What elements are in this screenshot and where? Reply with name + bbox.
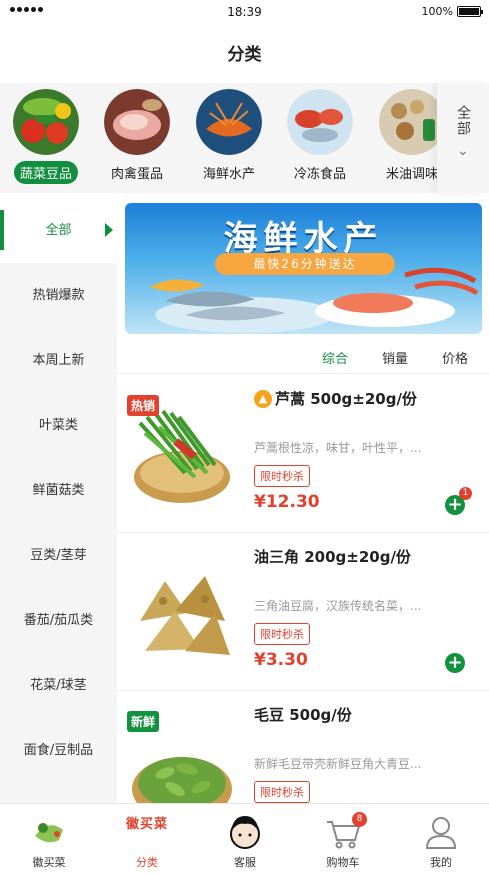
category-strip: 蔬菜豆品 肉禽蛋品 海鲜水产 冷冻食品 米油调味 全部 ⌄ [0, 83, 489, 193]
flash-sale-badge: 限时秒杀 [254, 465, 310, 487]
product-description: 芦蒿根性凉，味甘，叶性平，... [254, 441, 422, 455]
sidebar-item-label: 花菜/球茎 [30, 678, 87, 693]
tab-category[interactable]: 徽买菜 分类 [98, 804, 196, 876]
status-time: 18:39 [227, 5, 262, 19]
product-card[interactable]: 热销 ▲ 芦蒿 500g±20g/份 芦蒿根性凉，味甘，叶性平，... 限时秒杀… [117, 375, 489, 533]
page-title: 分类 [227, 45, 262, 65]
service-icon [230, 816, 260, 849]
subcategory-sidebar: 全部 热销爆款 本周上新 叶菜类 鲜菌菇类 豆类/茎芽 番茄/茄瓜类 花菜/球茎… [0, 198, 117, 803]
sidebar-item-label: 鲜菌菇类 [32, 483, 85, 498]
tab-cart[interactable]: 8 购物车 [294, 804, 392, 876]
category-label: 冷冻食品 [293, 167, 346, 182]
sidebar-item-leafy[interactable]: 叶菜类 [0, 393, 117, 458]
tab-label: 客服 [234, 856, 256, 869]
product-image [125, 551, 240, 666]
logo-icon [35, 823, 63, 843]
sidebar-item-beans[interactable]: 豆类/茎芽 [0, 523, 117, 588]
tab-label: 徽买菜 [32, 856, 66, 869]
product-card[interactable]: 油三角 200g±20g/份 三角油豆腐，汉族传统名菜，... 限时秒杀 ¥3.… [117, 533, 489, 691]
sidebar-item-label: 热销爆款 [32, 288, 85, 303]
sidebar-item-noodles-tofu[interactable]: 面食/豆制品 [0, 718, 117, 783]
sidebar-item-label: 番茄/茄瓜类 [23, 613, 94, 628]
category-meat[interactable]: 肉禽蛋品 [94, 89, 180, 184]
product-name: 油三角 200g±20g/份 [254, 546, 411, 567]
frozen-image [287, 89, 353, 155]
tab-label: 我的 [430, 856, 452, 869]
status-bar: 18:39 100% [0, 0, 489, 26]
sidebar-item-all[interactable]: 全部 [0, 198, 117, 263]
flame-icon: ▲ [254, 389, 272, 408]
banner-subtitle: 最快26分钟送达 [215, 253, 395, 275]
flash-sale-badge: 限时秒杀 [254, 623, 310, 645]
product-name-text: 毛豆 500g/份 [254, 706, 352, 724]
tab-label: 购物车 [326, 856, 360, 869]
sidebar-item-mushroom[interactable]: 鲜菌菇类 [0, 458, 117, 523]
flash-sale-badge: 限时秒杀 [254, 781, 310, 803]
category-label: 米油调味 [385, 167, 438, 182]
sort-price[interactable]: 价格 [442, 348, 468, 367]
item-count-badge: 1 [459, 487, 472, 500]
tab-service[interactable]: 客服 [196, 804, 294, 876]
cart-badge: 8 [352, 812, 367, 827]
category-icon-text: 徽买菜 [125, 817, 168, 832]
bottom-tab-bar: 徽买菜 徽买菜 分类 客服 8 购物车 我的 [0, 803, 489, 875]
sort-comprehensive[interactable]: 综合 [322, 348, 348, 367]
sidebar-item-cauliflower[interactable]: 花菜/球茎 [0, 653, 117, 718]
sidebar-item-new[interactable]: 本周上新 [0, 328, 117, 393]
battery-indicator: 100% [421, 5, 483, 18]
sidebar-item-label: 面食/豆制品 [23, 743, 94, 758]
product-name: ▲ 芦蒿 500g±20g/份 [254, 388, 417, 409]
sidebar-item-label: 本周上新 [32, 353, 85, 368]
product-description: 三角油豆腐，汉族传统名菜，... [254, 599, 422, 613]
sidebar-item-hot[interactable]: 热销爆款 [0, 263, 117, 328]
grain-oil-image [379, 89, 445, 155]
category-all-button[interactable]: 全部 ⌄ [437, 83, 489, 193]
chevron-down-icon: ⌄ [457, 143, 469, 159]
product-price: ¥12.30 [254, 492, 320, 512]
tab-label: 分类 [136, 856, 158, 869]
meat-image [104, 89, 170, 155]
add-to-cart-button[interactable]: + [445, 653, 465, 673]
product-name: 毛豆 500g/份 [254, 704, 352, 725]
battery-percent: 100% [421, 5, 453, 18]
tab-home[interactable]: 徽买菜 [0, 804, 98, 876]
tab-profile[interactable]: 我的 [392, 804, 489, 876]
product-description: 新鲜毛豆带壳新鲜豆角大青豆... [254, 757, 422, 771]
category-icon: 徽买菜 [125, 810, 169, 854]
category-seafood[interactable]: 海鲜水产 [186, 89, 272, 184]
product-name-text: 芦蒿 500g±20g/份 [275, 390, 417, 408]
category-label: 蔬菜豆品 [13, 161, 78, 184]
sidebar-item-label: 豆类/茎芽 [30, 548, 87, 563]
product-name-text: 油三角 200g±20g/份 [254, 548, 411, 566]
profile-icon [425, 817, 457, 849]
product-panel: 海鲜水产 最快26分钟送达 综合 销量 价格 热销 ▲ 芦蒿 500g±20g/… [117, 198, 489, 803]
product-tag: 热销 [127, 395, 160, 416]
category-frozen[interactable]: 冷冻食品 [277, 89, 363, 184]
category-vegetables[interactable]: 蔬菜豆品 [3, 89, 89, 184]
seafood-image [196, 89, 262, 155]
category-label: 肉禽蛋品 [110, 167, 163, 182]
sidebar-item-tomato[interactable]: 番茄/茄瓜类 [0, 588, 117, 653]
product-card[interactable]: 新鲜 毛豆 500g/份 新鲜毛豆带壳新鲜豆角大青豆... 限时秒杀 [117, 691, 489, 803]
product-price: ¥3.30 [254, 650, 308, 670]
sort-sales[interactable]: 销量 [382, 348, 408, 367]
promo-banner[interactable]: 海鲜水产 最快26分钟送达 [125, 203, 482, 334]
product-tag: 新鲜 [127, 711, 160, 732]
sidebar-item-label: 叶菜类 [38, 418, 78, 433]
battery-icon [457, 6, 483, 17]
vegetables-image [13, 89, 79, 155]
sort-bar: 综合 销量 价格 [117, 338, 489, 374]
sidebar-item-label: 全部 [45, 223, 72, 238]
category-all-label: 全部 [455, 105, 471, 137]
category-label: 海鲜水产 [202, 167, 255, 182]
